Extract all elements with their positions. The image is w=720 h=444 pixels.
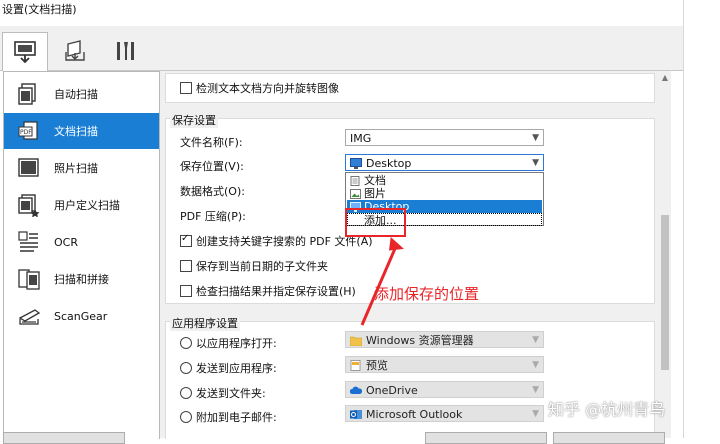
dropdown-item-label: 图片 [364,187,386,200]
dropdown-item-label: 文档 [364,174,386,187]
open-with-radio[interactable] [180,337,192,349]
tab-scan[interactable] [2,32,48,71]
file-name-label: 文件名称(F): [180,136,243,149]
attach-email-value: Microsoft Outlook [366,408,463,421]
sidebar-item-stitch[interactable]: 扫描和拼接 [4,261,159,297]
monitor-tray-icon [65,40,85,61]
sidebar-item-label: 照片扫描 [54,162,98,175]
photo-scan-icon [16,155,42,181]
sidebar-item-label: 文档扫描 [54,125,98,138]
dropdown-item-documents[interactable]: 文档 [347,174,542,187]
sidebar-item-scangear[interactable]: ScanGear [4,298,159,334]
open-with-label: 以应用程序打开: [196,337,277,350]
window-edge [683,0,684,438]
attach-email-select[interactable]: Microsoft Outlook ▼ [345,405,544,422]
save-location-label: 保存位置(V): [180,160,244,173]
computer-scan-icon [14,41,36,64]
detect-orientation-option[interactable]: 检测文本文档方向并旋转图像 [180,80,339,96]
sidebar-item-label: 扫描和拼接 [54,273,109,286]
sidebar-item-document-scan[interactable]: PDF 文档扫描 [4,113,159,149]
check-results-label: 检查扫描结果并指定保存设置(H) [196,285,356,298]
chevron-down-icon: ▼ [532,385,539,395]
open-with-value: Windows 资源管理器 [366,334,474,347]
bottom-middle-button[interactable] [425,432,547,444]
subfolder-checkbox[interactable] [180,260,192,272]
chevron-down-icon: ▼ [532,335,539,345]
subfolder-label: 保存到当前日期的子文件夹 [196,260,328,273]
bottom-right-button[interactable] [553,432,665,444]
watermark-text: 知乎 @杭州青鸟 [548,400,666,419]
custom-scan-icon [16,192,42,218]
stitch-icon [16,266,42,292]
detect-orientation-label: 检测文本文档方向并旋转图像 [196,82,339,95]
sidebar-item-ocr[interactable]: OCR [4,224,159,260]
sidebar-item-label: 自动扫描 [54,88,98,101]
preview-icon [350,359,362,371]
chevron-down-icon: ▼ [532,158,539,168]
attach-email-radio[interactable] [180,411,192,423]
sidebar-item-label: 用户定义扫描 [54,199,120,212]
tab-tools[interactable] [103,33,147,69]
save-settings-title: 保存设置 [170,112,218,128]
open-with-select[interactable]: Windows 资源管理器 ▼ [345,331,544,348]
svg-text:PDF: PDF [20,129,32,136]
attach-email-option[interactable]: 附加到电子邮件: [180,409,277,425]
onedrive-cloud-icon [349,384,363,395]
sidebar-item-label: ScanGear [54,309,108,323]
folder-icon [349,334,363,347]
create-pdf-option[interactable]: 创建支持关键字搜索的 PDF 文件(A) [180,233,373,249]
file-name-input[interactable]: IMG ▼ [345,129,544,146]
send-to-app-select[interactable]: 预览 ▼ [345,356,544,373]
scroll-up-icon[interactable]: ▲ [659,73,671,83]
annotation-highlight-box [345,208,406,237]
detect-orientation-checkbox[interactable] [180,82,192,94]
sidebar-item-label: OCR [54,235,78,249]
app-settings-title: 应用程序设置 [170,315,240,331]
send-to-folder-radio[interactable] [180,387,192,399]
create-pdf-checkbox[interactable] [180,233,192,247]
documents-icon [350,176,361,186]
chevron-down-icon: ▼ [532,409,539,419]
data-format-label: 数据格式(O): [180,185,245,198]
send-to-folder-select[interactable]: OneDrive ▼ [345,381,544,398]
window-title: 设置(文档扫描) [0,0,692,24]
check-results-checkbox[interactable] [180,285,192,297]
tab-save[interactable] [53,33,97,69]
chevron-down-icon: ▼ [532,360,539,370]
save-location-value: Desktop [366,157,412,170]
send-to-folder-label: 发送到文件夹: [196,387,266,400]
save-location-select[interactable]: Desktop ▼ [345,154,544,171]
chevron-down-icon: ▼ [532,133,539,143]
subfolder-option[interactable]: 保存到当前日期的子文件夹 [180,258,328,274]
send-to-app-label: 发送到应用程序: [196,362,277,375]
check-results-option[interactable]: 检查扫描结果并指定保存设置(H) [180,283,356,299]
sidebar-item-photo-scan[interactable]: 照片扫描 [4,150,159,186]
send-to-app-radio[interactable] [180,362,192,374]
sidebar: 自动扫描 PDF 文档扫描 照片扫描 用户定义扫描 OCR 扫描和拼接 Scan… [3,71,160,439]
pictures-icon [350,189,361,199]
desktop-icon [350,157,362,169]
pdf-compression-label: PDF 压缩(P): [180,210,246,223]
pdf-document-icon: PDF [16,118,42,144]
sidebar-item-custom-scan[interactable]: 用户定义扫描 [4,187,159,223]
scangear-icon [16,303,42,329]
annotation-text: 添加保存的位置 [374,285,480,303]
bottom-left-button[interactable] [3,432,125,444]
file-name-value: IMG [350,132,372,145]
sidebar-item-auto-scan[interactable]: 自动扫描 [4,76,159,112]
send-to-folder-value: OneDrive [366,384,418,397]
send-to-app-value: 预览 [366,359,388,372]
open-with-option[interactable]: 以应用程序打开: [180,335,277,351]
dropdown-item-pictures[interactable]: 图片 [347,187,542,200]
tools-icon [117,42,134,60]
attach-email-label: 附加到电子邮件: [196,411,277,424]
send-to-folder-option[interactable]: 发送到文件夹: [180,385,266,401]
scroll-thumb[interactable] [661,215,669,370]
auto-scan-icon [16,81,42,107]
send-to-app-option[interactable]: 发送到应用程序: [180,360,277,376]
ocr-icon [16,229,42,255]
outlook-icon [350,408,362,419]
